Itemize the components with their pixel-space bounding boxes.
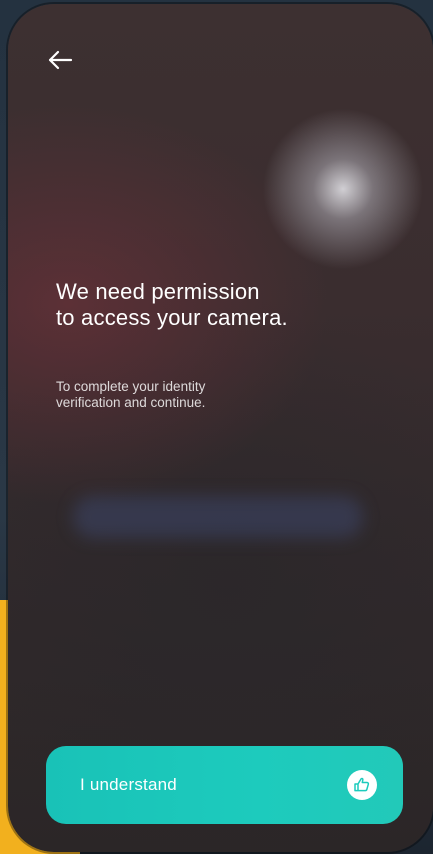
blurred-background-strip — [73, 496, 363, 538]
page-title-line-1: We need permission — [56, 279, 260, 304]
description-line-1: To complete your identity — [56, 379, 206, 394]
i-understand-label: I understand — [80, 775, 177, 794]
permission-description: To complete your identity verification a… — [56, 379, 356, 411]
arrow-left-icon — [48, 50, 73, 70]
page-title: We need permission to access your camera… — [56, 279, 396, 331]
back-button[interactable] — [38, 40, 82, 80]
thumbs-up-icon — [347, 770, 377, 800]
i-understand-button[interactable]: I understand — [46, 746, 403, 824]
camera-permission-screen: We need permission to access your camera… — [8, 4, 433, 852]
page-title-line-2: to access your camera. — [56, 305, 288, 330]
description-line-2: verification and continue. — [56, 395, 206, 410]
